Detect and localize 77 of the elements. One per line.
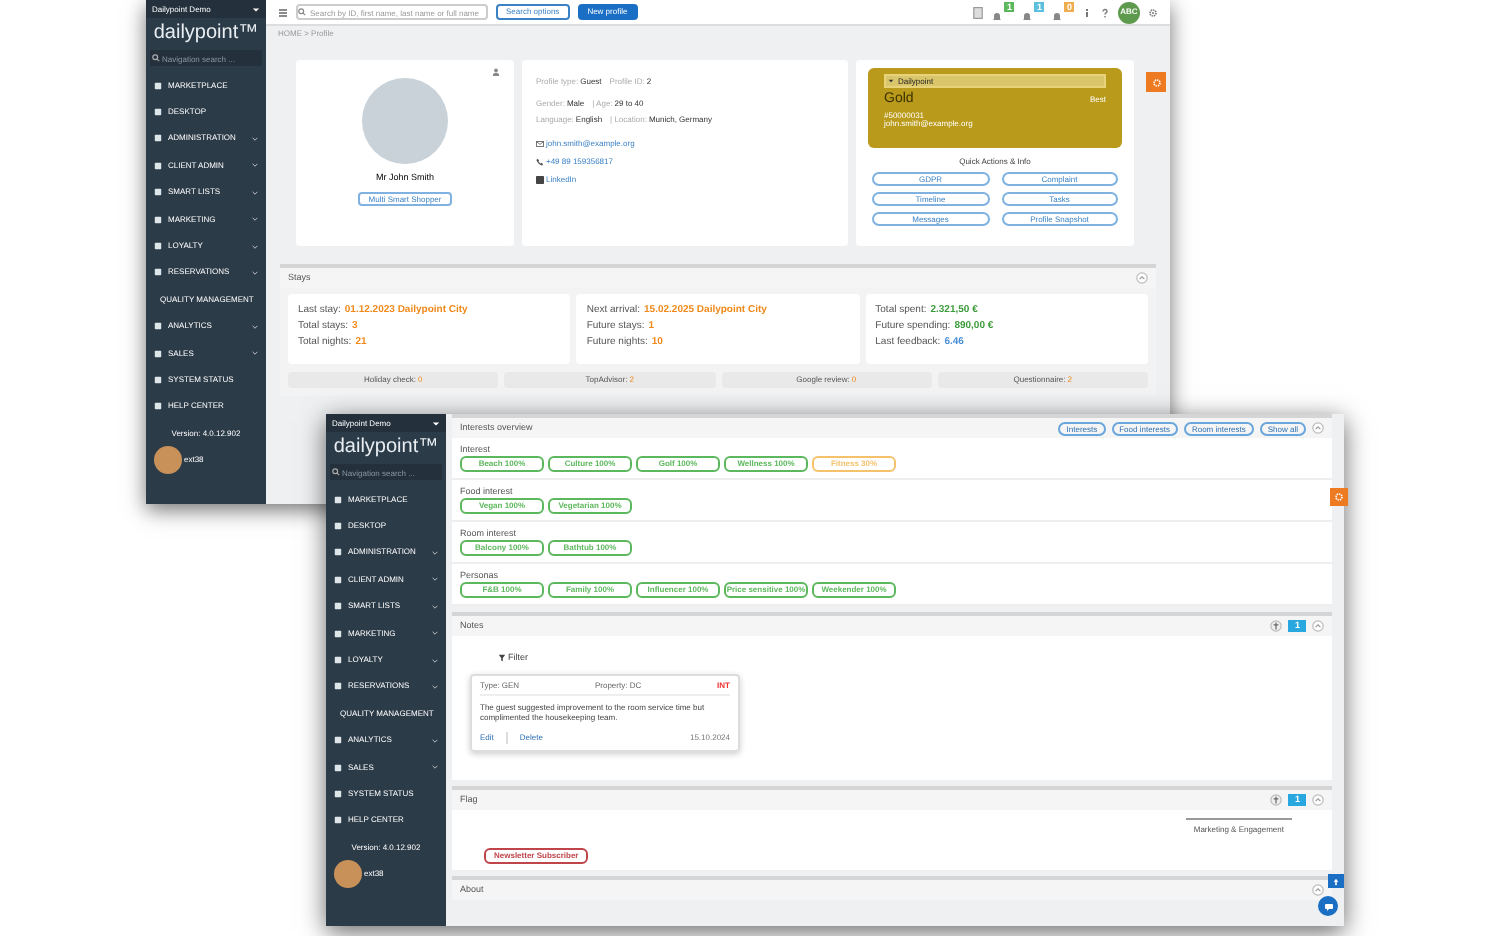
menu-item-icon — [154, 215, 162, 224]
collapse-icon[interactable] — [1136, 272, 1148, 284]
settings-icon[interactable] — [1148, 7, 1158, 17]
chevron-icon — [252, 323, 258, 330]
menu-item-icon — [154, 268, 162, 277]
menu-item-icon — [334, 789, 342, 798]
menu-item-icon — [334, 495, 342, 504]
menu-item-icon — [154, 161, 162, 170]
menu-item-icon — [334, 602, 342, 611]
collapse-icon[interactable] — [1312, 794, 1324, 806]
menu-item-icon — [154, 134, 162, 143]
chevron-icon — [252, 216, 258, 223]
menu-item-icon — [154, 81, 162, 90]
chevron-icon — [432, 630, 438, 637]
chevron-icon — [432, 576, 438, 583]
chevron-icon — [432, 603, 438, 610]
linkedin-icon — [536, 176, 544, 184]
menu-item-icon — [334, 575, 342, 584]
settings-button[interactable] — [1146, 72, 1166, 92]
menu-item-icon — [154, 108, 162, 117]
settings-button[interactable] — [1330, 488, 1348, 506]
menu-item-icon — [334, 656, 342, 665]
menu-item-icon — [154, 402, 162, 411]
chevron-icon — [432, 657, 438, 664]
chevron-icon — [252, 189, 258, 196]
caret-icon — [888, 78, 894, 84]
menu-item-icon — [154, 375, 162, 384]
chevron-icon — [252, 135, 258, 142]
menu-item-icon — [154, 242, 162, 251]
logo: dailypoint™ — [331, 434, 441, 462]
envelope-icon — [536, 140, 544, 148]
document-icon[interactable] — [972, 5, 984, 19]
caret-icon — [432, 419, 440, 427]
phone-icon — [536, 158, 544, 166]
logo: dailypoint™ — [151, 20, 261, 48]
chevron-icon — [252, 350, 258, 357]
bell-icon — [1052, 12, 1062, 22]
chevron-icon — [252, 162, 258, 169]
avatar — [334, 860, 362, 889]
menu-item-icon — [154, 322, 162, 331]
search-icon — [152, 54, 160, 62]
arrow-up-icon — [1332, 877, 1340, 885]
chevron-icon — [432, 683, 438, 690]
menu-item-icon — [334, 522, 342, 531]
chevron-icon — [432, 549, 438, 556]
pin-icon[interactable] — [1270, 794, 1283, 806]
settings-icon — [1334, 492, 1344, 502]
menu-item-icon — [334, 816, 342, 825]
photo-placeholder — [362, 78, 448, 164]
help-icon[interactable] — [1100, 7, 1110, 17]
pin-icon[interactable] — [1270, 620, 1283, 632]
menu-item-icon — [334, 736, 342, 745]
filter-icon — [498, 654, 506, 663]
caret-icon — [252, 5, 260, 13]
person-icon — [492, 68, 500, 76]
chevron-icon — [432, 764, 438, 771]
avatar — [154, 446, 182, 475]
chevron-icon — [252, 269, 258, 276]
menu-item-icon — [154, 188, 162, 197]
search-icon — [332, 468, 340, 476]
menu-item-icon — [334, 763, 342, 772]
scroll-up-button[interactable] — [1328, 874, 1344, 888]
settings-icon — [1151, 77, 1161, 87]
bell-icon — [992, 12, 1002, 22]
menu-item-icon — [334, 682, 342, 691]
menu-item-icon — [334, 548, 342, 557]
menu-icon[interactable] — [278, 7, 288, 17]
menu-item-icon — [154, 349, 162, 358]
menu-item-icon — [334, 629, 342, 638]
chevron-icon — [432, 737, 438, 744]
bell-icon — [1022, 12, 1032, 22]
search-icon — [298, 8, 306, 16]
collapse-icon[interactable] — [1312, 422, 1324, 434]
chat-icon — [1323, 901, 1333, 911]
collapse-icon[interactable] — [1312, 884, 1324, 896]
chevron-icon — [252, 243, 258, 250]
collapse-icon[interactable] — [1312, 620, 1324, 632]
